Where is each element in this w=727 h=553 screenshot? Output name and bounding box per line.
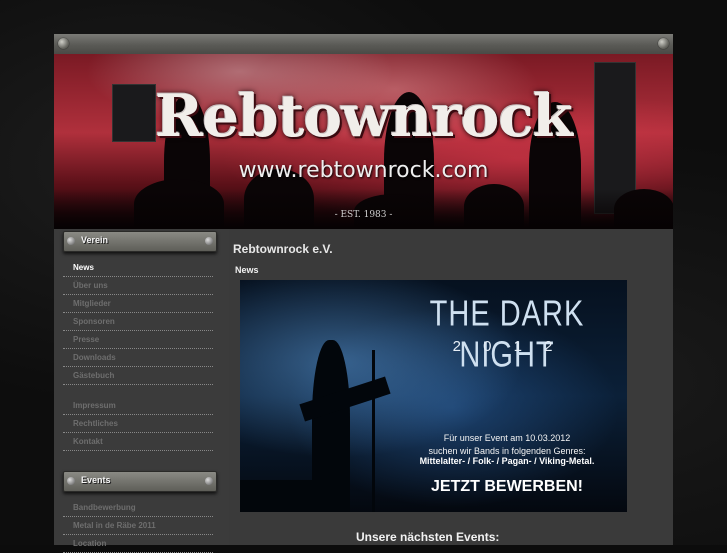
sidebar-heading-label: Verein: [81, 235, 109, 245]
sidebar-heading-events: Events: [63, 471, 217, 492]
sidebar-item-downloads[interactable]: Downloads: [63, 349, 213, 367]
stage-floor: [54, 189, 673, 229]
mic-stand-silhouette: [372, 350, 375, 512]
sidebar-item-impressum[interactable]: Impressum: [63, 397, 213, 415]
established-label: - EST. 1983 -: [334, 210, 393, 220]
banner-title: THE DARK NIGHT: [429, 294, 585, 376]
pin-icon: [67, 477, 75, 485]
sidebar-item-rechtliches[interactable]: Rechtliches: [63, 415, 213, 433]
next-events-heading: Unsere nächsten Events:: [356, 530, 500, 544]
main-content: Rebtownrock e.V. News THE DARK NIGHT 2 0…: [229, 229, 673, 545]
sidebar-heading-label: Events: [81, 475, 111, 485]
rivet-icon: [658, 38, 669, 49]
sidebar: Verein News Über uns Mitglieder Sponsore…: [54, 229, 229, 553]
banner-description: Für unser Event am 10.03.2012 suchen wir…: [402, 432, 612, 458]
rivet-icon: [58, 38, 69, 49]
banner-cta[interactable]: JETZT BEWERBEN!: [402, 478, 612, 496]
pin-icon: [205, 237, 213, 245]
banner-genres: Mittelalter- / Folk- / Pagan- / Viking-M…: [419, 456, 595, 466]
sidebar-item-presse[interactable]: Presse: [63, 331, 213, 349]
metal-top-bar: [54, 34, 673, 55]
banner-year: 2 0 1 2: [452, 338, 562, 355]
sidebar-item-kontakt[interactable]: Kontakt: [63, 433, 213, 451]
pin-icon: [205, 477, 213, 485]
sidebar-item-location[interactable]: Location: [63, 535, 213, 553]
event-banner-image[interactable]: THE DARK NIGHT 2 0 1 2 Für unser Event a…: [240, 280, 627, 512]
monitor-silhouette: [240, 480, 350, 512]
sidebar-item-sponsoren[interactable]: Sponsoren: [63, 313, 213, 331]
sidebar-item-mitglieder[interactable]: Mitglieder: [63, 295, 213, 313]
sidebar-heading-verein: Verein: [63, 231, 217, 252]
menu-gap: [63, 385, 213, 397]
sidebar-menu-verein: News Über uns Mitglieder Sponsoren Press…: [63, 259, 213, 451]
sidebar-item-bandbewerbung[interactable]: Bandbewerbung: [63, 499, 213, 517]
site-url: www.rebtownrock.com: [238, 158, 489, 183]
sidebar-item-gaestebuch[interactable]: Gästebuch: [63, 367, 213, 385]
sidebar-item-metal-in-de-raebe[interactable]: Metal in de Räbe 2011: [63, 517, 213, 535]
page-title: Rebtownrock e.V.: [233, 242, 333, 256]
news-heading: News: [235, 265, 259, 275]
banner-line: Für unser Event am 10.03.2012: [443, 433, 571, 443]
sidebar-item-news[interactable]: News: [63, 259, 213, 277]
site-logo[interactable]: Rebtownrock: [54, 82, 673, 150]
pin-icon: [67, 237, 75, 245]
header-banner: Rebtownrock www.rebtownrock.com - EST. 1…: [54, 54, 673, 229]
sidebar-item-ueber-uns[interactable]: Über uns: [63, 277, 213, 295]
site-frame: Rebtownrock www.rebtownrock.com - EST. 1…: [54, 34, 673, 553]
